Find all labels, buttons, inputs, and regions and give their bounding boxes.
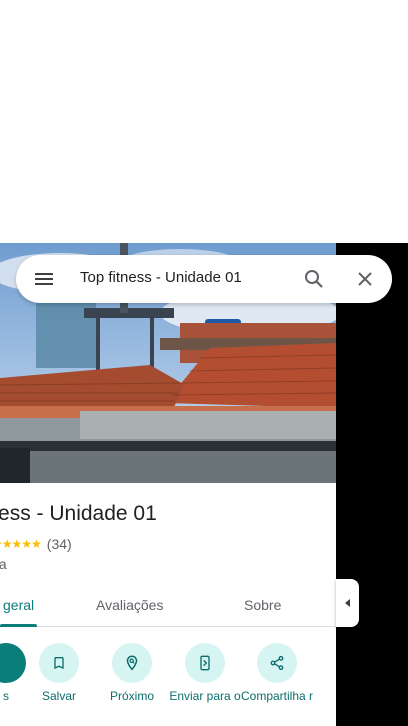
send-to-phone-button[interactable]: Enviar para o xyxy=(165,643,245,723)
search-bar[interactable]: Top fitness - Unidade 01 xyxy=(16,255,392,303)
nearby-label: Próximo xyxy=(109,689,154,703)
place-title: fitness - Unidade 01 xyxy=(0,502,157,525)
bookmark-icon xyxy=(39,643,79,683)
tab-indicator xyxy=(0,624,37,627)
share-button[interactable]: Compartilha r xyxy=(237,643,317,723)
nearby-icon xyxy=(112,643,152,683)
tab-reviews[interactable]: Avaliações xyxy=(96,597,163,613)
search-icon[interactable] xyxy=(302,267,326,291)
send-to-phone-label: Enviar para o xyxy=(169,689,241,703)
close-icon[interactable] xyxy=(353,267,377,291)
chevron-left-icon xyxy=(345,599,350,607)
save-button[interactable]: Salvar xyxy=(19,643,99,723)
collapse-panel-button[interactable] xyxy=(336,579,359,627)
share-icon xyxy=(257,643,297,683)
nearby-button[interactable]: Próximo xyxy=(92,643,172,723)
tab-overview[interactable]: geral xyxy=(3,597,34,613)
star-rating: ★★★★★ xyxy=(0,537,42,551)
search-input[interactable]: Top fitness - Unidade 01 xyxy=(80,269,242,286)
review-count[interactable]: (34) xyxy=(47,536,72,552)
place-panel: fitness - Unidade 01 ★★★★★ (34) nia gera… xyxy=(0,243,336,726)
tab-about[interactable]: Sobre xyxy=(244,597,281,613)
save-label: Salvar xyxy=(41,689,76,703)
map-area-black xyxy=(336,243,408,726)
share-label: Compartilha r xyxy=(240,689,314,703)
send-to-phone-icon xyxy=(185,643,225,683)
place-category[interactable]: nia xyxy=(0,556,7,572)
menu-icon[interactable] xyxy=(32,267,56,291)
tab-bar: geral Avaliações Sobre xyxy=(0,585,336,627)
rating-row[interactable]: ★★★★★ (34) xyxy=(0,536,72,552)
